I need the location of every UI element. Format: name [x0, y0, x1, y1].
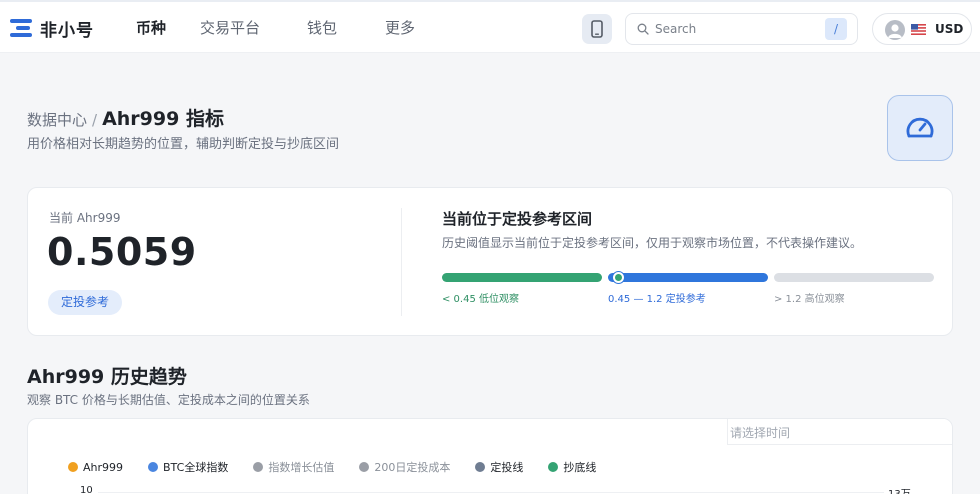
breadcrumb-separator: /: [92, 111, 98, 129]
legend-item-btc-index[interactable]: BTC全球指数: [148, 459, 228, 475]
legend-item-ahr999[interactable]: Ahr999: [68, 459, 123, 475]
legend-item-growth-valuation[interactable]: 指数增长估值: [253, 459, 334, 475]
search-icon: [637, 23, 649, 35]
search-shortcut-key: /: [825, 18, 847, 40]
nav-item-more[interactable]: 更多: [385, 17, 415, 39]
current-value-label: 当前 Ahr999: [49, 211, 121, 225]
search-input[interactable]: Search: [655, 22, 696, 36]
zone-bar-high: [774, 273, 934, 282]
legend-item-200d-cost[interactable]: 200日定投成本: [359, 459, 450, 475]
page-subtitle: 用价格相对长期趋势的位置，辅助判断定投与抄底区间: [27, 137, 340, 152]
current-value-card: 当前 Ahr999 0.5059 定投参考 当前位于定投参考区间 历史阈值显示当…: [27, 187, 953, 336]
gauge-icon: [906, 117, 934, 138]
legend-dot: [253, 462, 264, 472]
nav-item-wallets[interactable]: 钱包: [307, 17, 337, 39]
us-flag-icon: [911, 24, 926, 35]
nav-item-coins[interactable]: 币种: [136, 17, 166, 39]
legend-dot: [68, 462, 78, 472]
legend-label: 定投线: [490, 461, 524, 474]
current-position-marker: [613, 272, 624, 283]
mobile-app-button[interactable]: [582, 14, 612, 44]
legend-label: 200日定投成本: [374, 461, 451, 474]
zone-label-high: > 1.2 高位观察: [774, 294, 845, 305]
zone-bar-low: [442, 273, 602, 282]
breadcrumb: 数据中心 / Ahr999 指标: [27, 104, 224, 131]
user-icon: [888, 24, 902, 38]
history-chart-card: 请选择时间 Ahr999 BTC全球指数 指数增长估值 200日定投成本 定投线…: [27, 418, 953, 494]
chart-legend: Ahr999 BTC全球指数 指数增长估值 200日定投成本 定投线 抄底线: [68, 459, 621, 475]
account-currency-switcher[interactable]: USD: [872, 13, 972, 45]
zone-label-mid: 0.45 — 1.2 定投参考: [608, 294, 706, 305]
chart-gridline: [98, 492, 884, 493]
legend-label: BTC全球指数: [163, 461, 229, 474]
legend-dot: [548, 462, 559, 472]
zone-label-low: < 0.45 低位观察: [442, 294, 520, 305]
zone-title: 当前位于定投参考区间: [442, 210, 593, 228]
card-divider: [401, 208, 402, 316]
search-box[interactable]: Search /: [625, 13, 858, 45]
y-axis-right-tick: 13万: [888, 485, 911, 494]
y-axis-left-tick: 10: [80, 485, 93, 494]
history-subtitle: 观察 BTC 价格与长期估值、定投成本之间的位置关系: [27, 393, 310, 407]
logo-icon: [10, 18, 34, 38]
legend-dot: [475, 462, 486, 472]
zone-bar-mid: [608, 273, 768, 282]
top-header: 非小号 币种 交易平台 钱包 更多 Search / USD: [0, 0, 980, 53]
logo-text: 非小号: [40, 20, 94, 41]
legend-dot: [359, 462, 370, 472]
legend-label: 指数增长估值: [268, 461, 335, 474]
status-badge: 定投参考: [48, 290, 123, 315]
breadcrumb-data-center[interactable]: 数据中心: [27, 109, 87, 130]
avatar[interactable]: [885, 20, 905, 40]
legend-label: Ahr999: [83, 460, 124, 474]
page-title: Ahr999 指标: [102, 108, 224, 130]
zone-description: 历史阈值显示当前位于定投参考区间，仅用于观察市场位置，不代表操作建议。: [442, 236, 863, 250]
indicator-badge: [887, 95, 953, 161]
main-nav: 币种 交易平台 钱包 更多: [136, 17, 463, 39]
site-logo[interactable]: 非小号: [10, 16, 94, 41]
legend-item-bottom-line[interactable]: 抄底线: [548, 459, 596, 475]
current-value: 0.5059: [47, 230, 197, 274]
history-title: Ahr999 历史趋势: [27, 366, 187, 388]
phone-icon: [591, 20, 603, 38]
legend-label: 抄底线: [563, 461, 597, 474]
currency-label: USD: [935, 22, 964, 36]
date-range-picker[interactable]: 请选择时间: [727, 419, 952, 445]
nav-item-exchanges[interactable]: 交易平台: [200, 17, 260, 39]
legend-dot: [148, 462, 159, 472]
legend-item-dca-line[interactable]: 定投线: [475, 459, 523, 475]
